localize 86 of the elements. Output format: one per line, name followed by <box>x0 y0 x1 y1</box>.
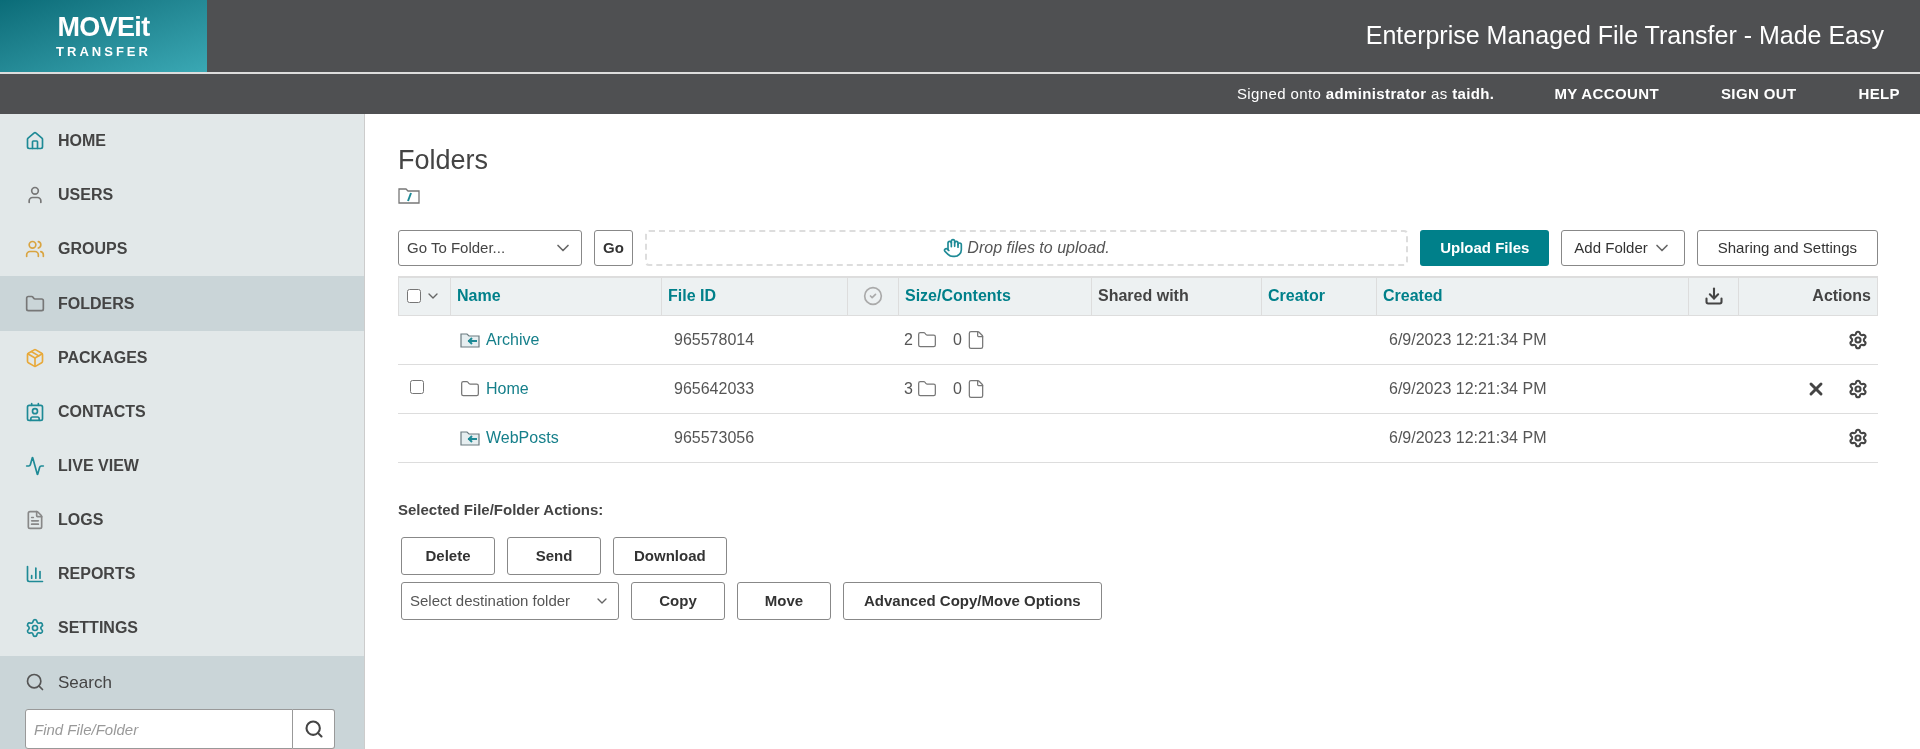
table-row[interactable]: Archive 965578014 2 0 6/9/2023 12:21:34 PM <box>398 315 1878 365</box>
settings-icon <box>25 618 45 639</box>
logo-subtitle: TRANSFER <box>56 45 151 58</box>
file-count: 0 <box>952 378 962 399</box>
column-header[interactable]: Size/Contents <box>905 284 1011 309</box>
sidebar-item[interactable]: SETTINGS <box>0 601 364 656</box>
folder-count: 3 <box>904 378 913 399</box>
folder-count: 2 <box>904 329 913 350</box>
document-icon <box>25 510 45 531</box>
selected-actions-title: Selected File/Folder Actions: <box>398 499 604 520</box>
action-button[interactable]: Move <box>737 582 831 621</box>
check-circle-icon <box>863 286 883 307</box>
logo[interactable]: MOVEit TRANSFER <box>0 0 207 72</box>
folder-link[interactable]: Home <box>486 376 529 401</box>
search-field[interactable]: Find File/Folder <box>25 709 293 749</box>
download-icon <box>1703 286 1724 307</box>
destination-folder-dropdown[interactable]: Select destination folder <box>401 582 619 621</box>
sidebar-item[interactable]: HOME <box>0 114 364 169</box>
page-title: Folders <box>398 144 489 177</box>
sidebar-item[interactable]: PACKAGES <box>0 330 364 385</box>
row-checkbox[interactable] <box>410 379 424 394</box>
root-folder-icon <box>398 185 420 204</box>
table-row[interactable]: WebPosts 965573056 6/9/2023 12:21:34 PM <box>398 413 1878 463</box>
folder-icon <box>25 293 45 314</box>
created-date: 6/9/2023 12:21:34 PM <box>1389 428 1547 446</box>
select-all-checkbox[interactable] <box>407 289 421 304</box>
action-button[interactable]: Advanced Copy/Move Options <box>843 582 1102 621</box>
top-nav-link[interactable]: HELP <box>1858 82 1900 106</box>
group-icon <box>25 239 45 260</box>
package-icon <box>25 347 45 368</box>
drop-zone-text: Drop files to upload. <box>967 237 1110 258</box>
created-date: 6/9/2023 12:21:34 PM <box>1389 330 1547 348</box>
action-button[interactable]: Delete <box>401 537 495 576</box>
sidebar-item[interactable]: USERS <box>0 168 364 223</box>
search-icon <box>303 719 324 740</box>
column-header[interactable]: File ID <box>668 284 716 309</box>
bar-chart-icon <box>25 564 45 585</box>
go-to-folder-dropdown[interactable]: Go To Folder... <box>398 229 582 266</box>
search-button[interactable] <box>293 709 335 749</box>
action-button[interactable]: Copy <box>631 582 725 621</box>
drop-zone[interactable]: Drop files to upload. <box>644 229 1409 266</box>
column-header[interactable]: Created <box>1383 284 1443 309</box>
settings-icon[interactable] <box>1848 378 1868 399</box>
column-header[interactable]: Name <box>457 284 501 309</box>
top-nav-link[interactable]: SIGN OUT <box>1720 82 1797 106</box>
user-icon <box>25 185 45 206</box>
hand-icon <box>943 237 964 258</box>
sidebar-item[interactable]: GROUPS <box>0 222 364 277</box>
settings-icon[interactable] <box>1848 427 1868 448</box>
column-header: Actions <box>1812 286 1871 307</box>
sidebar-item[interactable]: LIVE VIEW <box>0 438 364 494</box>
system-folder-icon <box>460 331 480 348</box>
action-button[interactable]: Send <box>507 537 601 576</box>
folder-icon <box>460 378 480 399</box>
top-nav-link[interactable]: MY ACCOUNT <box>1554 82 1659 106</box>
go-button[interactable]: Go <box>594 229 633 266</box>
folder-icon <box>916 378 937 399</box>
tagline: Enterprise Managed File Transfer - Made Easy <box>1365 20 1884 52</box>
sidebar-item[interactable]: REPORTS <box>0 547 364 602</box>
folder-icon <box>916 329 937 350</box>
action-button[interactable]: Download <box>613 537 727 576</box>
folder-link[interactable]: WebPosts <box>486 425 559 450</box>
settings-icon[interactable] <box>1848 329 1868 350</box>
sidebar-item[interactable]: CONTACTS <box>0 384 364 439</box>
home-icon <box>25 131 45 152</box>
upload-files-button[interactable]: Upload Files <box>1420 229 1550 266</box>
sidebar-item[interactable]: LOGS <box>0 493 364 548</box>
column-header: Shared with <box>1098 286 1189 307</box>
created-date: 6/9/2023 12:21:34 PM <box>1389 379 1547 397</box>
file-id: 965642033 <box>674 379 755 397</box>
system-folder-icon <box>460 429 480 446</box>
sharing-settings-button[interactable]: Sharing and Settings <box>1696 229 1878 266</box>
contact-card-icon <box>25 401 45 422</box>
search-icon <box>25 672 45 693</box>
search-label: Search <box>58 671 112 694</box>
sidebar-item[interactable]: FOLDERS <box>0 276 364 331</box>
file-id: 965573056 <box>674 428 755 446</box>
logo-wordmark: MOVEit <box>57 14 150 41</box>
add-folder-button[interactable]: Add Folder <box>1561 229 1685 266</box>
file-count: 0 <box>952 329 962 350</box>
column-header[interactable]: Creator <box>1268 284 1325 309</box>
pulse-icon <box>25 456 45 476</box>
signed-in-text: Signed onto administrator as taidh. <box>1236 83 1495 104</box>
file-id: 965578014 <box>674 330 755 348</box>
folder-link[interactable]: Archive <box>486 327 540 352</box>
table-row[interactable]: Home 965642033 3 0 6/9/2023 12:21:34 PM <box>398 364 1878 414</box>
